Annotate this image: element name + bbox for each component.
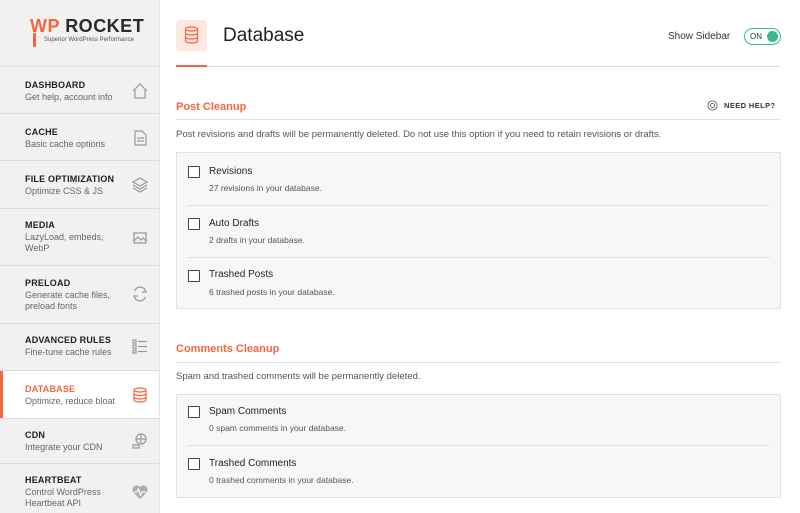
option-label: Spam Comments	[209, 406, 287, 417]
sidebar-item-cdn[interactable]: CDN Integrate your CDN	[0, 419, 159, 464]
show-sidebar-toggle[interactable]: ON	[744, 28, 781, 45]
sidebar-item-title: DASHBOARD	[25, 80, 86, 90]
option-desc: 27 revisions in your database.	[209, 183, 322, 193]
toggle-knob	[767, 31, 778, 42]
layers-icon	[131, 177, 149, 193]
option-revisions: Revisions 27 revisions in your database.	[177, 153, 780, 205]
option-desc: 0 trashed comments in your database.	[209, 475, 354, 485]
sidebar-item-desc: Get help, account info	[25, 92, 113, 102]
need-help-link[interactable]: NEED HELP?	[724, 101, 776, 110]
sidebar-item-title: CDN	[25, 430, 46, 440]
logo-tagline: Superior WordPress Performance	[44, 37, 134, 43]
auto-drafts-checkbox[interactable]	[188, 218, 200, 230]
post-cleanup-description: Post revisions and drafts will be perman…	[176, 129, 662, 140]
option-label: Trashed Posts	[209, 269, 274, 280]
option-label: Auto Drafts	[209, 218, 260, 229]
sidebar-item-desc: Basic cache options	[25, 139, 106, 149]
sidebar-item-title: MEDIA	[25, 220, 55, 230]
sidebar-item-desc: Optimize, reduce bloat	[25, 396, 116, 406]
cdn-icon	[132, 433, 147, 449]
sidebar-item-desc: Control WordPress Heartbeat API	[25, 487, 101, 508]
trashed-posts-checkbox[interactable]	[188, 270, 200, 282]
option-spam-comments: Spam Comments 0 spam comments in your da…	[177, 395, 780, 446]
option-trashed-comments: Trashed Comments 0 trashed comments in y…	[177, 446, 780, 498]
section-divider	[176, 362, 781, 363]
sidebar-item-title: DATABASE	[25, 384, 76, 394]
images-icon	[133, 232, 147, 244]
main-content: Database Show Sidebar ON Post Cleanup NE…	[160, 0, 800, 513]
spam-comments-checkbox[interactable]	[188, 406, 200, 418]
sidebar-item-preload[interactable]: PRELOAD Generate cache files, preload fo…	[0, 266, 159, 324]
header-underline	[176, 65, 207, 67]
sidebar-item-title: ADVANCED RULES	[25, 335, 112, 345]
page-header: Database Show Sidebar ON	[176, 0, 781, 67]
option-auto-drafts: Auto Drafts 2 drafts in your database.	[177, 205, 780, 257]
comments-cleanup-description: Spam and trashed comments will be perman…	[176, 371, 421, 382]
sidebar-item-database[interactable]: DATABASE Optimize, reduce bloat	[0, 371, 159, 419]
show-sidebar-label: Show Sidebar	[668, 31, 731, 42]
sidebar-item-desc: Optimize CSS & JS	[25, 186, 104, 196]
option-desc: 6 trashed posts in your database.	[209, 287, 335, 297]
sidebar: WP ROCKET Superior WordPress Performance…	[0, 0, 160, 513]
header-database-icon	[176, 20, 207, 51]
list-icon	[132, 339, 147, 354]
option-label: Revisions	[209, 166, 253, 177]
comments-cleanup-title: Comments Cleanup	[176, 343, 280, 355]
sidebar-item-dashboard[interactable]: DASHBOARD Get help, account info	[0, 67, 159, 114]
sidebar-item-title: FILE OPTIMIZATION	[25, 174, 115, 184]
sidebar-item-desc: LazyLoad, embeds, WebP	[25, 232, 104, 253]
database-icon	[133, 387, 147, 403]
section-divider	[176, 119, 781, 120]
toggle-label: ON	[750, 32, 762, 41]
revisions-checkbox[interactable]	[188, 166, 200, 178]
database-icon	[184, 26, 199, 44]
option-desc: 2 drafts in your database.	[209, 235, 305, 245]
trashed-comments-checkbox[interactable]	[188, 458, 200, 470]
option-desc: 0 spam comments in your database.	[209, 423, 347, 433]
logo-wordmark: WP ROCKET	[30, 16, 145, 36]
option-trashed-posts: Trashed Posts 6 trashed posts in your da…	[177, 257, 780, 309]
home-icon	[132, 83, 148, 99]
sidebar-item-advanced-rules[interactable]: ADVANCED RULES Fine-tune cache rules	[0, 324, 159, 371]
sidebar-item-title: PRELOAD	[25, 278, 71, 288]
sidebar-item-title: CACHE	[25, 127, 59, 137]
sidebar-item-file-optimization[interactable]: FILE OPTIMIZATION Optimize CSS & JS	[0, 161, 159, 209]
rocket-icon	[33, 33, 36, 47]
sidebar-item-desc: Generate cache files, preload fonts	[25, 290, 111, 311]
sidebar-item-desc: Fine-tune cache rules	[25, 347, 112, 357]
page-title: Database	[223, 25, 305, 46]
comments-cleanup-card: Spam Comments 0 spam comments in your da…	[176, 394, 781, 498]
post-cleanup-card: Revisions 27 revisions in your database.…	[176, 152, 781, 309]
lifebuoy-icon	[707, 100, 718, 111]
sidebar-item-heartbeat[interactable]: HEARTBEAT Control WordPress Heartbeat AP…	[0, 464, 159, 513]
sidebar-item-cache[interactable]: CACHE Basic cache options	[0, 114, 159, 161]
sidebar-item-media[interactable]: MEDIA LazyLoad, embeds, WebP	[0, 209, 159, 266]
heartbeat-icon	[132, 485, 148, 499]
sidebar-item-desc: Integrate your CDN	[25, 442, 103, 452]
post-cleanup-title: Post Cleanup	[176, 101, 247, 113]
option-label: Trashed Comments	[209, 458, 297, 469]
wp-rocket-logo[interactable]: WP ROCKET Superior WordPress Performance	[0, 0, 159, 67]
page-icon	[134, 130, 147, 146]
refresh-icon	[133, 286, 147, 302]
sidebar-item-title: HEARTBEAT	[25, 475, 82, 485]
